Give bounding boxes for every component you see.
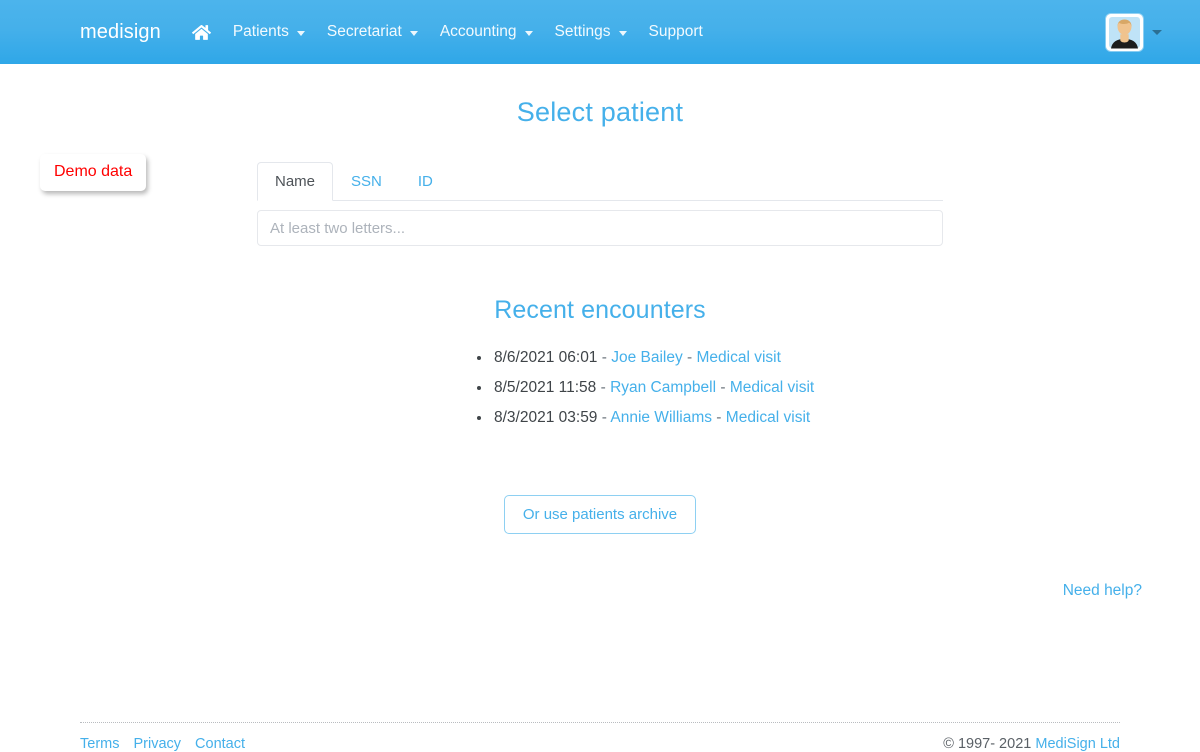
top-navbar: medisign Patients Secretariat Accounting… (0, 0, 1200, 64)
nav-item-patients[interactable]: Patients (222, 15, 316, 49)
encounter-type-link[interactable]: Medical visit (697, 349, 781, 366)
encounter-separator: - (596, 379, 611, 396)
list-item: 8/5/2021 11:58 - Ryan Campbell - Medical… (492, 373, 900, 403)
patient-search-block: Name SSN ID (257, 128, 943, 246)
encounter-datetime: 8/6/2021 06:01 (494, 349, 598, 366)
chevron-down-icon (618, 30, 627, 36)
company-link[interactable]: MediSign Ltd (1035, 736, 1120, 752)
nav-item-accounting-label: Accounting (439, 23, 517, 40)
nav-item-settings-label: Settings (554, 23, 611, 40)
nav-item-support[interactable]: Support (638, 15, 714, 49)
encounter-separator: - (716, 379, 730, 396)
nav-item-secretariat-label: Secretariat (326, 23, 402, 40)
patients-archive-button[interactable]: Or use patients archive (503, 495, 697, 534)
encounter-patient-link[interactable]: Joe Bailey (611, 349, 683, 366)
page-title: Select patient (516, 97, 684, 127)
nav-item-support-label: Support (648, 23, 703, 40)
chevron-down-icon[interactable] (1152, 29, 1162, 35)
home-icon (191, 24, 211, 41)
copyright: © 1997- 2021 MediSign Ltd (943, 736, 1120, 752)
copyright-text: © 1997- 2021 (943, 736, 1036, 752)
chevron-down-icon (409, 30, 418, 36)
nav-item-home[interactable] (181, 16, 222, 49)
help-link-wrap: Need help? (0, 534, 1200, 600)
footer-row: Terms Privacy Contact © 1997- 2021 MediS… (80, 723, 1120, 752)
footer-links: Terms Privacy Contact (80, 736, 245, 752)
encounter-separator: - (712, 409, 726, 426)
nav-item-settings[interactable]: Settings (544, 15, 638, 49)
main-container: Select patient Name SSN ID Recent encoun… (0, 64, 1200, 600)
navbar-menu: Patients Secretariat Accounting Settings… (181, 15, 714, 49)
recent-encounters-list: 8/6/2021 06:01 - Joe Bailey - Medical vi… (300, 343, 900, 433)
tab-name[interactable]: Name (257, 162, 334, 201)
tab-ssn[interactable]: SSN (333, 162, 400, 201)
nav-item-accounting[interactable]: Accounting (429, 15, 544, 49)
chevron-down-icon (524, 30, 533, 36)
footer-link-terms[interactable]: Terms (80, 736, 119, 752)
encounter-patient-link[interactable]: Ryan Campbell (610, 379, 716, 396)
page-body: Demo data Select patient Name SSN ID Rec… (0, 64, 1200, 752)
nav-item-patients-label: Patients (232, 23, 289, 40)
archive-button-wrap: Or use patients archive (0, 433, 1200, 534)
encounter-datetime: 8/3/2021 03:59 (494, 409, 598, 426)
recent-encounters-title: Recent encounters (494, 296, 706, 324)
need-help-link[interactable]: Need help? (1063, 582, 1142, 599)
encounter-type-link[interactable]: Medical visit (726, 409, 810, 426)
nav-item-secretariat[interactable]: Secretariat (316, 15, 429, 49)
search-tabs: Name SSN ID (257, 162, 943, 201)
encounter-separator: - (597, 349, 612, 366)
encounter-type-link[interactable]: Medical visit (730, 379, 814, 396)
page-footer: Terms Privacy Contact © 1997- 2021 MediS… (0, 722, 1200, 752)
footer-link-contact[interactable]: Contact (195, 736, 245, 752)
footer-link-privacy[interactable]: Privacy (133, 736, 181, 752)
encounter-separator: - (597, 409, 611, 426)
list-item: 8/3/2021 03:59 - Annie Williams - Medica… (492, 403, 900, 433)
list-item: 8/6/2021 06:01 - Joe Bailey - Medical vi… (492, 343, 900, 373)
encounter-patient-link[interactable]: Annie Williams (610, 409, 712, 426)
encounter-separator: - (682, 349, 697, 366)
tab-id[interactable]: ID (400, 162, 451, 201)
demo-data-badge: Demo data (40, 154, 147, 191)
encounter-datetime: 8/5/2021 11:58 (494, 379, 597, 396)
patient-search-input[interactable] (257, 210, 943, 246)
user-menu[interactable] (1106, 0, 1162, 64)
brand-logo[interactable]: medisign (80, 21, 161, 44)
user-avatar-icon[interactable] (1106, 13, 1143, 51)
chevron-down-icon (296, 30, 305, 36)
